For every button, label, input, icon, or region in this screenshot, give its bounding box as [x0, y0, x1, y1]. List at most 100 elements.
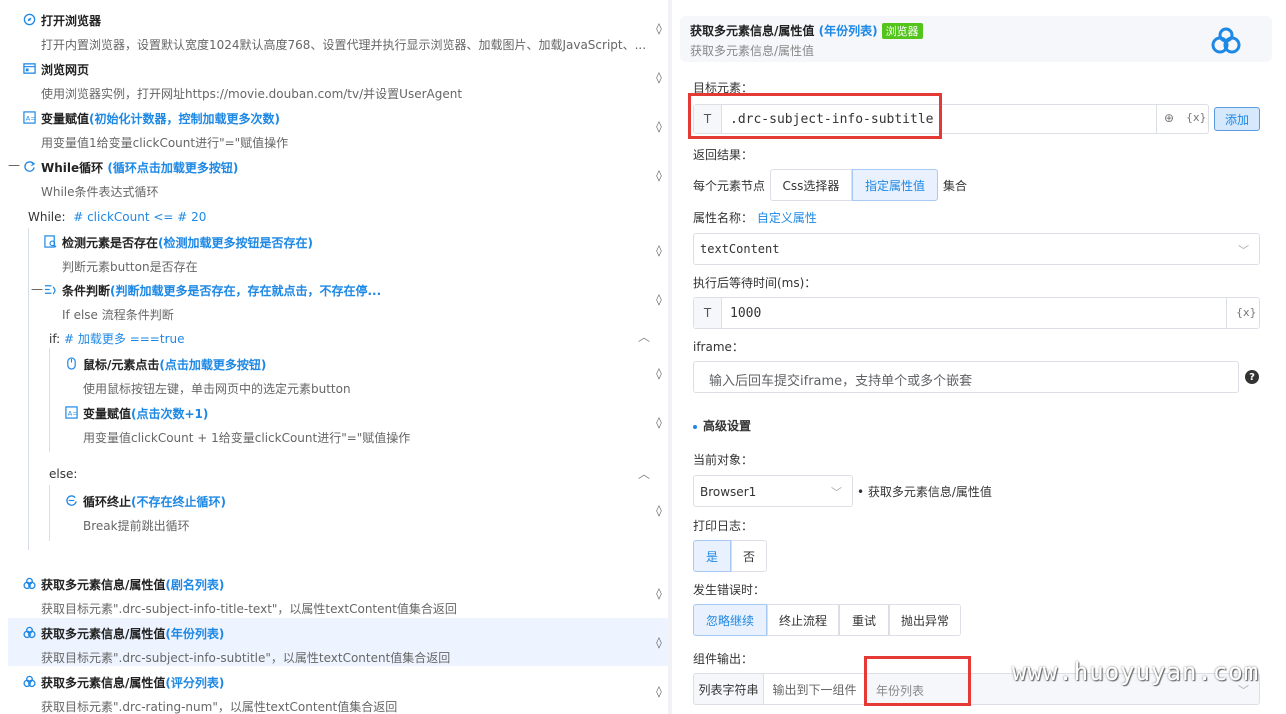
cloud-fetch-icon [23, 577, 36, 590]
connector-node-icon[interactable]: ◊ [654, 121, 664, 133]
current-object-label: 当前对象： [693, 453, 754, 467]
svg-text:A=: A= [68, 409, 78, 417]
attr-name-select[interactable]: textContent ﹀ [693, 233, 1260, 265]
step-desc: 使用鼠标按钮左键，单击网页中的选定元素button [83, 382, 351, 396]
step-desc: 判断元素button是否存在 [62, 260, 198, 274]
else-block-line [49, 485, 50, 541]
error-retry-option[interactable]: 重试 [839, 604, 889, 636]
step-title: 变量赋值 [41, 112, 90, 126]
panel-title: 获取多元素信息/属性值 (年份列表) 浏览器 [690, 22, 923, 39]
step-title: 检测元素是否存在 [62, 236, 159, 250]
chevron-up-icon[interactable]: ︿ [638, 465, 650, 482]
step-mouse-click[interactable]: 鼠标/元素点击(点击加载更多按钮) 使用鼠标按钮左键，单击网页中的选定元素but… [65, 356, 351, 397]
iframe-input[interactable]: 输入后回车提交iframe，支持单个或多个嵌套 [693, 361, 1239, 393]
step-check-element[interactable]: 检测元素是否存在(检测加载更多按钮是否存在) 判断元素button是否存在 [44, 234, 313, 275]
custom-attr-link[interactable]: 自定义属性 [757, 211, 817, 225]
step-title: 打开浏览器 [41, 14, 102, 28]
condition-branch-icon [44, 283, 57, 296]
step-desc: 打开内置浏览器，设置默认宽度1024默认高度768、设置代理并执行显示浏览器、加… [41, 38, 647, 52]
current-object-select[interactable]: Browser1 ﹀ [693, 475, 853, 507]
step-desc: 用变量值clickCount + 1给变量clickCount进行"="赋值操作 [83, 431, 411, 445]
connector-node-icon[interactable]: ◊ [654, 23, 664, 35]
text-mode-button[interactable]: T [694, 298, 722, 328]
step-title: 获取多元素信息/属性值 [41, 627, 166, 641]
print-log-label: 打印日志： [693, 519, 754, 533]
step-visit-page[interactable]: 浏览网页 使用浏览器实例，打开网址https://movie.douban.co… [23, 61, 462, 102]
wait-time-value: 1000 [730, 306, 762, 321]
connector-node-icon[interactable]: ◊ [654, 245, 664, 257]
step-title: 变量赋值 [83, 407, 132, 421]
css-selector-option[interactable]: Css选择器 [770, 169, 852, 201]
mouse-icon [65, 357, 78, 370]
browser-badge: 浏览器 [881, 23, 923, 39]
advanced-settings-title[interactable]: 高级设置 [693, 417, 751, 434]
wait-time-field[interactable]: T 1000 {x} [693, 297, 1260, 329]
attribute-value-option[interactable]: 指定属性值 [852, 169, 938, 201]
step-desc: If else 流程条件判断 [62, 308, 174, 322]
field-divider [1226, 298, 1227, 328]
step-assign-increment[interactable]: A= 变量赋值(点击次数+1) 用变量值clickCount + 1给变量cli… [65, 405, 410, 446]
else-label: else: [49, 467, 78, 481]
help-icon[interactable]: ? [1245, 370, 1259, 384]
connector-node-icon[interactable]: ◊ [654, 170, 664, 182]
step-while-loop[interactable]: While循环 (循环点击加载更多按钮) While条件表达式循环 [23, 159, 238, 200]
connector-node-icon[interactable]: ◊ [654, 417, 664, 429]
panel-header: 获取多元素信息/属性值 (年份列表) 浏览器 获取多元素信息/属性值 [680, 16, 1272, 62]
return-result-label: 返回结果： [693, 148, 754, 162]
step-title: 获取多元素信息/属性值 [41, 578, 166, 592]
step-assign-init[interactable]: A= 变量赋值(初始化计数器，控制加载更多次数) 用变量值1给变量clickCo… [23, 110, 288, 151]
step-get-titles[interactable]: 获取多元素信息/属性值(剧名列表) 获取目标元素".drc-subject-in… [23, 576, 457, 617]
connector-node-icon[interactable]: ◊ [654, 686, 664, 698]
add-button[interactable]: 添加 [1214, 107, 1260, 131]
connector-node-icon[interactable]: ◊ [654, 72, 664, 84]
connector-node-icon[interactable]: ◊ [654, 505, 664, 517]
connector-node-icon[interactable]: ◊ [654, 368, 664, 380]
variable-assign-icon: A= [23, 111, 36, 124]
step-open-browser[interactable]: 打开浏览器 打开内置浏览器，设置默认宽度1024默认高度768、设置代理并执行显… [23, 12, 646, 53]
step-desc: 获取目标元素".drc-subject-info-subtitle"，以属性te… [41, 651, 451, 665]
collapse-toggle[interactable]: — [31, 282, 43, 296]
step-title: 鼠标/元素点击 [83, 358, 160, 372]
crosshair-icon[interactable]: ⊕ [1164, 111, 1174, 125]
output-next-label: 输出到下一组件 [764, 674, 866, 704]
step-title: While循环 [41, 161, 104, 175]
cloud-fetch-icon [23, 675, 36, 688]
chevron-up-icon[interactable]: ︿ [638, 328, 650, 345]
cloud-logo-icon [1210, 26, 1242, 56]
collapse-toggle[interactable]: — [8, 158, 20, 172]
step-desc: 获取目标元素".drc-rating-num"，以属性textContent值集… [41, 700, 398, 714]
chevron-down-icon: ﹀ [1238, 244, 1249, 257]
cloud-fetch-icon [23, 626, 36, 639]
error-stop-option[interactable]: 终止流程 [767, 604, 839, 636]
step-desc: 用变量值1给变量clickCount进行"="赋值操作 [41, 136, 289, 150]
variable-insert-button[interactable]: {x} [1186, 111, 1207, 124]
connector-node-icon[interactable]: ◊ [654, 588, 664, 600]
highlight-box [864, 656, 971, 706]
step-title: 获取多元素信息/属性值 [41, 676, 166, 690]
while-block-line [28, 228, 29, 550]
each-node-label: 每个元素节点 [693, 179, 766, 193]
iframe-label: iframe： [693, 340, 744, 354]
variable-insert-button[interactable]: {x} [1236, 306, 1257, 319]
output-type-label: 列表字符串 [694, 674, 764, 704]
step-title: 循环终止 [83, 495, 132, 509]
step-title: 条件判断 [62, 284, 111, 298]
connector-node-icon[interactable]: ◊ [654, 637, 664, 649]
current-object-value: Browser1 [700, 485, 757, 499]
step-get-ratings[interactable]: 获取多元素信息/属性值(评分列表) 获取目标元素".drc-rating-num… [23, 674, 397, 714]
step-title: 浏览网页 [41, 63, 90, 77]
step-get-years[interactable]: 获取多元素信息/属性值(年份列表) 获取目标元素".drc-subject-in… [23, 625, 450, 666]
if-condition: if: # 加载更多 ===true [49, 332, 185, 346]
connector-rail: ◊ ◊ ◊ ◊ ◊ ◊ ◊ ◊ ◊ ◊ ◊ ◊ [650, 0, 668, 714]
on-error-label: 发生错误时： [693, 583, 766, 597]
log-yes-option[interactable]: 是 [693, 540, 731, 572]
step-desc: Break提前跳出循环 [83, 519, 190, 533]
step-condition[interactable]: 条件判断(判断加载更多是否存在，存在就点击，不存在停... If else 流程… [44, 282, 381, 323]
log-no-option[interactable]: 否 [731, 540, 767, 572]
loop-icon [23, 160, 36, 173]
connector-node-icon[interactable]: ◊ [654, 294, 664, 306]
error-ignore-option[interactable]: 忽略继续 [693, 604, 767, 636]
step-loop-break[interactable]: 循环终止(不存在终止循环) Break提前跳出循环 [65, 493, 226, 534]
while-condition: While: # clickCount <= # 20 [28, 210, 207, 224]
error-throw-option[interactable]: 抛出异常 [889, 604, 961, 636]
